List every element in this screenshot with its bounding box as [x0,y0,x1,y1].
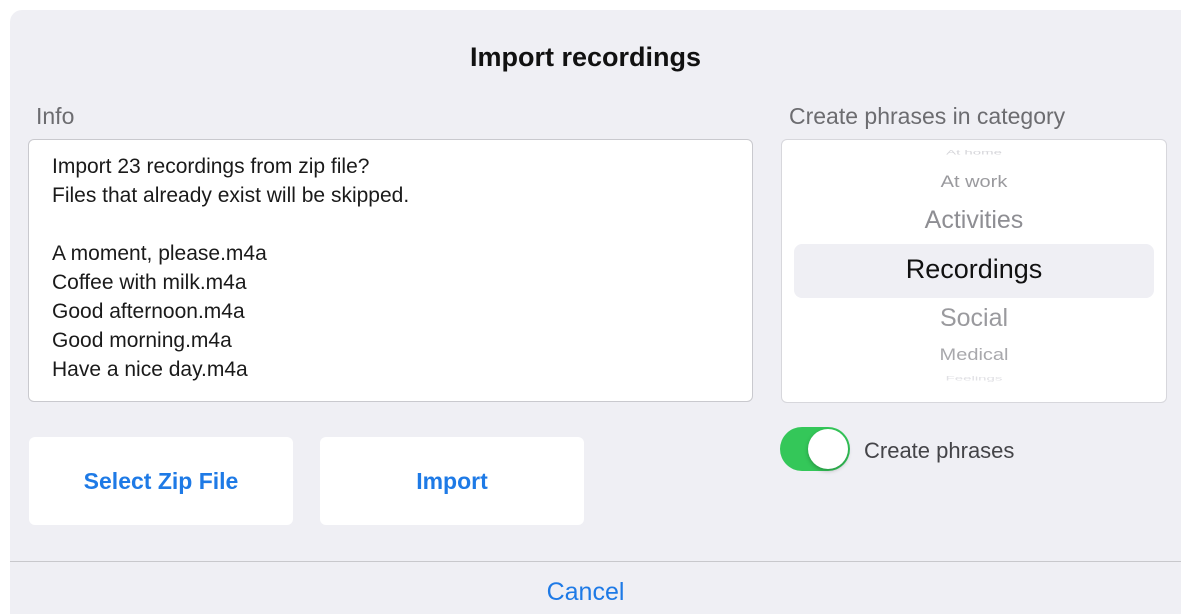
picker-item-feelings[interactable]: Feelings [782,375,1166,383]
picker-item-activities[interactable]: Activities [782,206,1166,235]
import-dialog: Import recordings Info Create phrases in… [10,10,1181,614]
create-phrases-label: Create phrases [864,438,1015,463]
select-zip-file-button[interactable]: Select Zip File [29,437,293,525]
category-label: Create phrases in category [789,103,1066,129]
toggle-knob [808,429,848,469]
create-phrases-toggle[interactable] [780,427,850,471]
picker-item-at-home[interactable]: At home [782,149,1166,157]
dialog-title: Import recordings [469,42,702,72]
picker-item-recordings[interactable]: Recordings [782,254,1166,285]
picker-item-at-work[interactable]: At work [782,173,1166,193]
cancel-button[interactable]: Cancel [10,578,1161,607]
info-text-box[interactable]: Import 23 recordings from zip file? File… [28,139,753,402]
category-picker[interactable]: At home At work Activities Recordings So… [781,139,1167,403]
picker-item-social[interactable]: Social [782,304,1166,333]
info-label: Info [36,103,75,129]
info-text: Import 23 recordings from zip file? File… [52,155,410,381]
import-button[interactable]: Import [320,437,584,525]
picker-item-medical[interactable]: Medical [782,346,1166,366]
footer-divider [10,561,1181,562]
